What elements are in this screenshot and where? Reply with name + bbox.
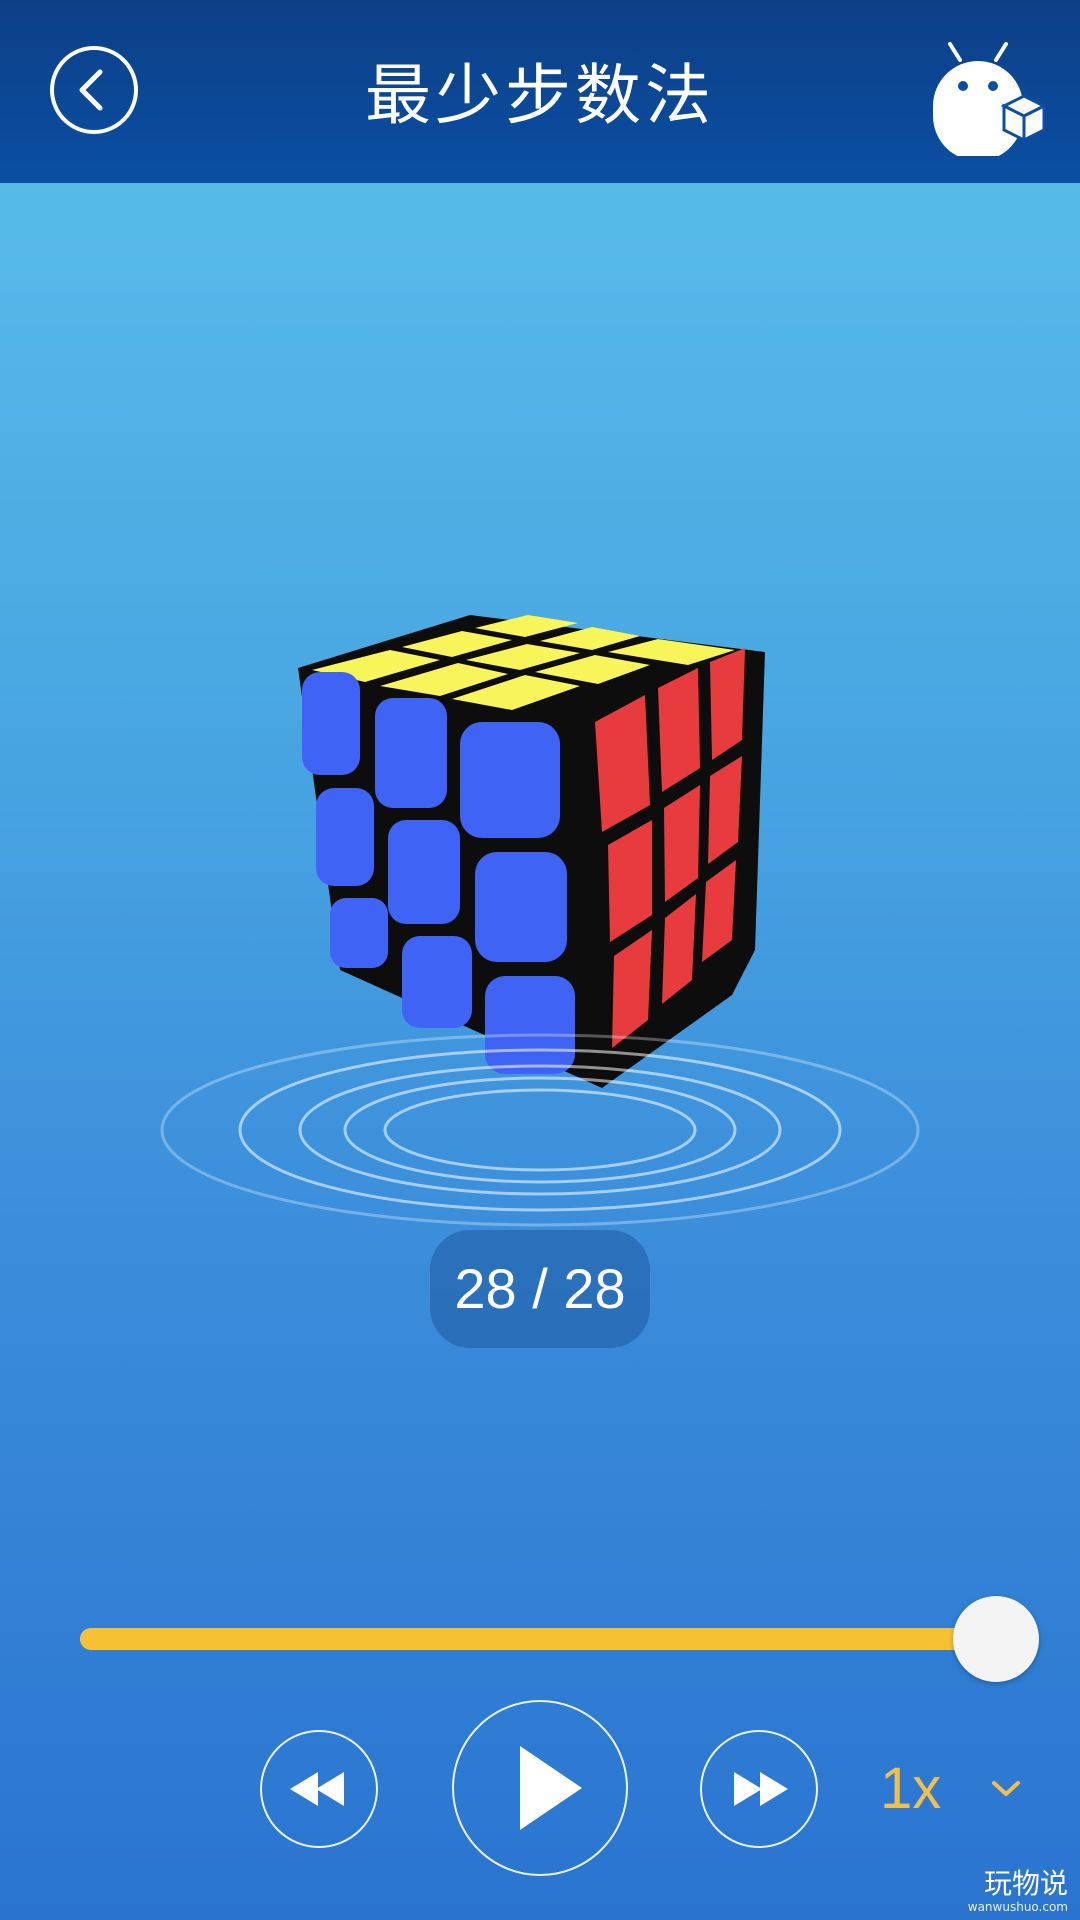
progress-slider-fill <box>80 1628 1000 1650</box>
rewind-button[interactable] <box>260 1730 378 1848</box>
top-bar: 最少步数法 <box>0 0 1080 183</box>
fast-forward-icon <box>734 1772 788 1806</box>
robot-cube-icon[interactable] <box>928 36 1048 161</box>
play-button[interactable] <box>452 1700 628 1876</box>
fast-forward-button[interactable] <box>700 1730 818 1848</box>
step-counter: 28 / 28 <box>430 1230 650 1348</box>
ripple-rings <box>150 1020 930 1240</box>
watermark: 玩物说 wanwushuo.com <box>967 1867 1068 1915</box>
play-icon <box>520 1746 582 1830</box>
rewind-icon <box>290 1772 344 1806</box>
chevron-down-icon[interactable] <box>990 1778 1022 1800</box>
progress-slider[interactable] <box>80 1628 1000 1650</box>
page-title: 最少步数法 <box>365 57 715 134</box>
progress-slider-thumb[interactable] <box>953 1596 1039 1682</box>
watermark-sub: wanwushuo.com <box>967 1900 1068 1914</box>
cube-left-face <box>302 672 575 1074</box>
watermark-main: 玩物说 <box>983 1867 1068 1900</box>
speed-selector[interactable]: 1x <box>880 1755 941 1822</box>
